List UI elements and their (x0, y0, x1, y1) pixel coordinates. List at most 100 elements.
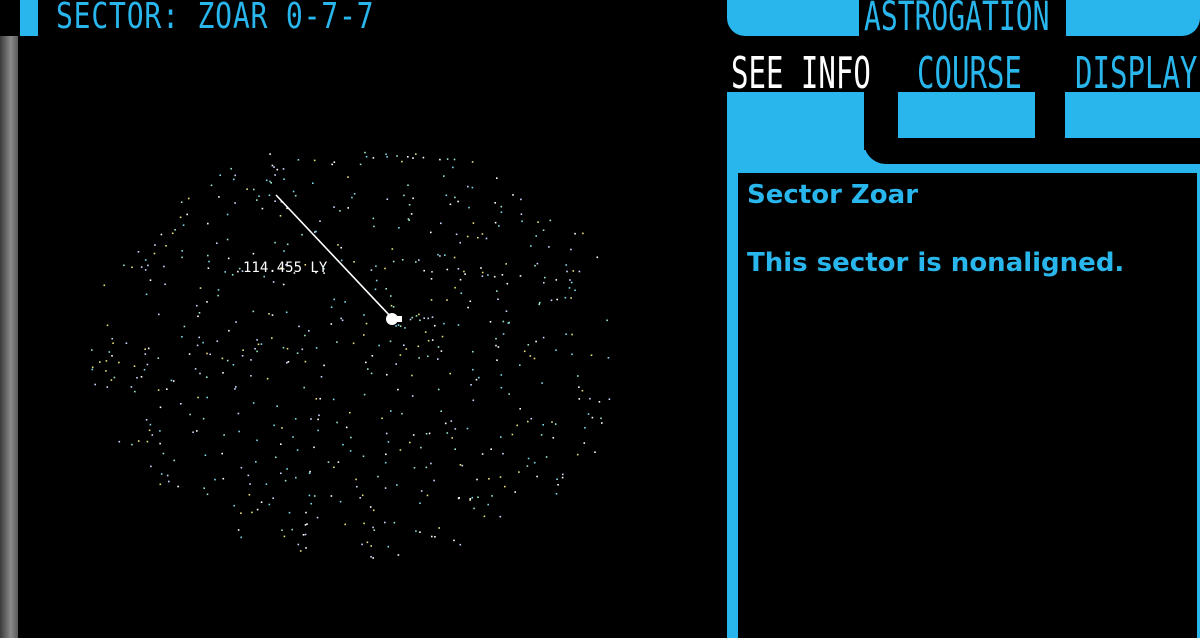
star-dot (271, 314, 274, 316)
star-dot (282, 283, 285, 286)
star-dot (472, 399, 475, 402)
star-dot (516, 424, 518, 427)
star-dot (339, 500, 342, 503)
star-dot (427, 317, 429, 320)
star-dot (282, 168, 285, 170)
star-dot (252, 252, 255, 255)
star-dot (222, 477, 225, 480)
star-dot (453, 256, 456, 259)
star-dot (313, 446, 315, 449)
star-dot (487, 274, 489, 276)
star-dot (458, 497, 460, 499)
star-dot (570, 281, 573, 284)
star-dot (224, 271, 226, 273)
star-dot (237, 529, 240, 531)
star-dot (112, 342, 114, 344)
star-dot (202, 341, 204, 344)
star-dot (153, 252, 156, 255)
star-dot (296, 352, 299, 354)
star-dot (341, 319, 344, 322)
star-dot (287, 361, 290, 363)
star-dot (327, 461, 330, 463)
star-dot (208, 260, 210, 263)
star-map[interactable]: 114.455 LY (40, 120, 680, 590)
star-dot (449, 372, 451, 375)
star-dot (250, 375, 252, 377)
star-dot (209, 353, 211, 356)
star-dot (147, 347, 150, 350)
star-dot (496, 290, 498, 292)
star-dot (283, 178, 285, 180)
star-dot (502, 333, 505, 335)
star-dot (467, 185, 469, 188)
star-dot (550, 299, 553, 302)
star-dot (146, 440, 149, 443)
star-dot (572, 270, 575, 272)
star-dot (284, 479, 287, 482)
star-dot (256, 199, 258, 201)
title-accent-block (20, 0, 38, 36)
star-dot (437, 358, 439, 360)
star-dot (170, 379, 173, 382)
star-dot (545, 456, 548, 458)
star-dot (446, 299, 448, 301)
tab-see-info-block[interactable] (727, 92, 864, 166)
star-dot (537, 221, 539, 223)
star-dot (412, 434, 415, 436)
star-dot (437, 253, 439, 256)
star-dot (237, 270, 239, 273)
star-dot (196, 304, 198, 307)
star-dot (464, 273, 466, 275)
astrogation-bar-left (727, 0, 859, 36)
star-dot (306, 523, 308, 525)
star-dot (384, 267, 386, 270)
star-dot (527, 420, 529, 423)
star-dot (556, 298, 558, 301)
star-dot (198, 312, 201, 314)
tab-display-button[interactable] (1065, 92, 1200, 138)
star-dot (131, 443, 133, 446)
star-dot (131, 266, 133, 269)
star-dot (330, 323, 333, 325)
star-dot (353, 193, 356, 195)
star-dot (304, 524, 307, 526)
star-dot (555, 349, 557, 351)
star-dot (519, 408, 521, 410)
star-dot (390, 295, 392, 297)
star-dot (424, 331, 427, 333)
star-dot (370, 556, 372, 558)
tab-course-button[interactable] (898, 92, 1035, 138)
star-dot (391, 248, 394, 250)
star-dot (392, 306, 395, 308)
star-dot (403, 194, 405, 197)
star-dot (500, 374, 503, 376)
star-dot (299, 550, 302, 552)
star-dot (344, 301, 346, 303)
star-dot (332, 398, 335, 401)
ship-marker-icon[interactable] (386, 313, 402, 325)
star-dot (543, 281, 545, 284)
star-dot (333, 206, 335, 208)
star-dot (454, 286, 456, 289)
star-dot (288, 511, 291, 514)
star-dot (449, 203, 452, 206)
star-dot (263, 275, 265, 278)
star-dot (504, 485, 506, 488)
star-dot (584, 427, 586, 429)
star-dot (493, 275, 496, 278)
star-dot (347, 207, 349, 209)
star-dot (180, 201, 183, 203)
star-dot (405, 348, 408, 350)
star-dot (232, 364, 235, 366)
star-dot (457, 268, 460, 270)
star-dot (234, 388, 236, 390)
star-dot (397, 388, 399, 391)
star-dot (370, 545, 372, 547)
star-dot (242, 349, 244, 351)
star-dot (312, 182, 314, 184)
star-dot (570, 297, 572, 299)
star-dot (457, 200, 459, 203)
star-dot (268, 503, 271, 506)
star-dot (512, 194, 514, 196)
star-dot (313, 495, 316, 497)
